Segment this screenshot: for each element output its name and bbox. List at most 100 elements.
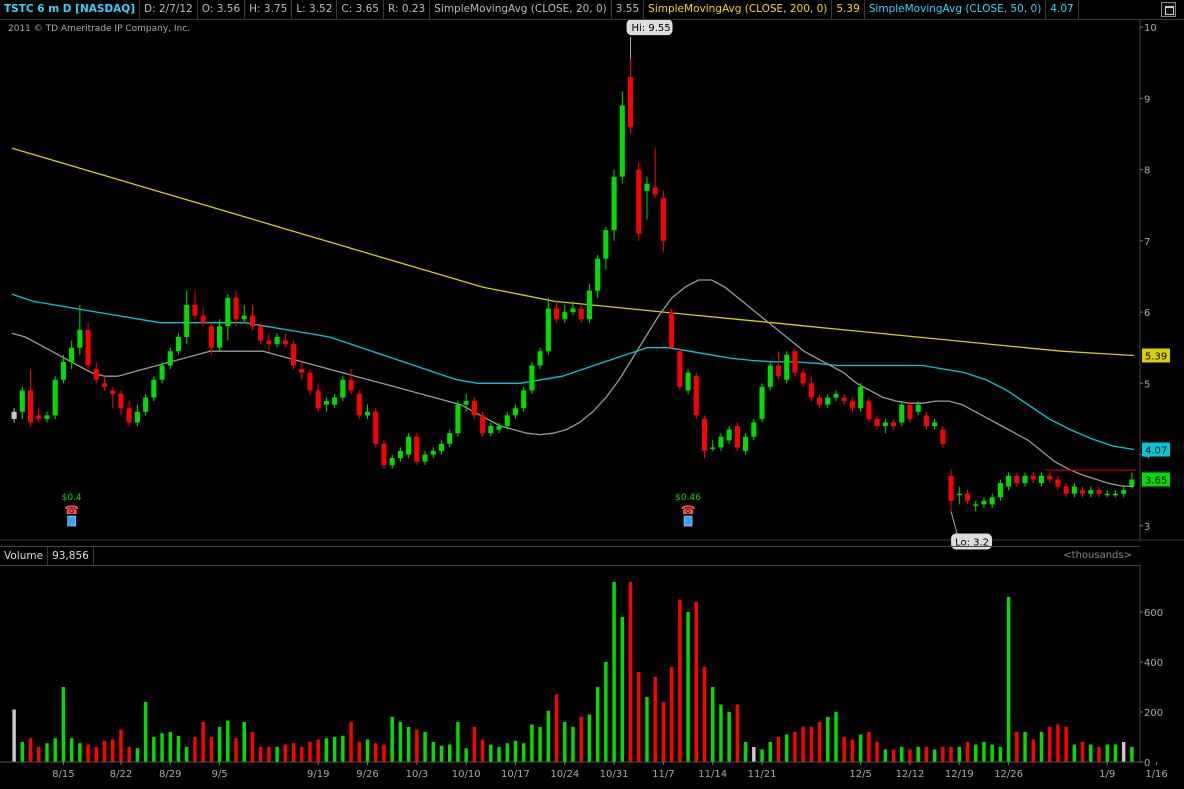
candle-body <box>36 415 42 419</box>
candle-body <box>858 386 864 409</box>
maximize-icon[interactable] <box>1161 2 1176 17</box>
symbol-label[interactable]: TSTC 6 m D [NASDAQ] <box>0 0 141 19</box>
candle <box>521 386 527 412</box>
candle <box>175 333 182 355</box>
volume-bar <box>842 737 846 762</box>
volume-bar <box>20 742 25 762</box>
info-icon <box>67 515 76 527</box>
candle <box>660 190 666 252</box>
date-tick-label: 10/24 <box>550 769 579 780</box>
volume-bar <box>390 717 394 762</box>
candle-body <box>406 436 412 455</box>
open-readout: O: 3.56 <box>198 0 246 19</box>
candle-body <box>693 376 699 416</box>
date-tick-label: 9/26 <box>356 769 378 780</box>
candle <box>225 294 231 341</box>
candle <box>397 447 403 462</box>
volume-bar <box>456 722 460 762</box>
date-tick-label: 11/14 <box>698 769 727 780</box>
volume-bar <box>45 743 49 762</box>
candle-body <box>364 411 371 416</box>
candle <box>669 308 675 348</box>
volume-bar <box>1064 727 1068 762</box>
volume-bar <box>867 732 871 762</box>
candle-body <box>578 308 584 320</box>
candle <box>471 397 477 419</box>
volume-bar <box>1072 744 1077 762</box>
volume-title[interactable]: Volume <box>0 547 49 565</box>
candle <box>488 422 494 437</box>
candle <box>627 59 634 134</box>
chart-overlays: Hi: 9.55Lo: 3.2$0.4☎$0.46☎5.394.073.65 <box>62 20 1170 550</box>
price-chart[interactable]: 345678910 Hi: 9.55Lo: 3.2$0.4☎$0.46☎5.39… <box>0 20 1184 789</box>
moving-average-lines <box>11 147 1135 488</box>
date-tick-label: 9/5 <box>212 769 228 780</box>
candle-body <box>701 418 708 451</box>
candle-body <box>389 458 395 466</box>
volume-bar <box>678 599 682 762</box>
volume-bar <box>801 727 805 762</box>
candle-body <box>455 404 461 434</box>
candle <box>307 369 313 394</box>
candle-body <box>447 433 453 444</box>
candle-body <box>19 390 25 412</box>
volume-bar <box>686 612 690 762</box>
candle-body <box>677 351 683 387</box>
price-tick-label: 8 <box>1144 166 1150 177</box>
volume-bar <box>908 749 912 762</box>
candle <box>167 347 173 370</box>
candle <box>586 283 592 323</box>
candle-body <box>438 443 445 451</box>
candle <box>1112 490 1119 498</box>
candle-body <box>60 361 66 380</box>
volume-bar <box>102 740 107 762</box>
volume-bar <box>661 702 666 762</box>
volume-bar <box>768 742 772 762</box>
sma200-price-tag-label: 5.39 <box>1145 352 1167 363</box>
candle <box>241 304 247 323</box>
volume-bar <box>900 747 904 762</box>
volume-bar <box>521 743 526 762</box>
candle <box>274 333 280 348</box>
sma200-study-label[interactable]: SimpleMovingAvg (CLOSE, 200, 0) <box>644 0 833 19</box>
candle-body <box>143 397 149 412</box>
volume-bar <box>234 738 238 762</box>
volume-bar <box>628 582 633 762</box>
candle-body <box>1006 475 1012 487</box>
volume-bar <box>891 749 896 762</box>
sma50-study-label[interactable]: SimpleMovingAvg (CLOSE, 50, 0) <box>865 0 1047 19</box>
volume-bar <box>1105 744 1109 762</box>
candle-body <box>134 411 140 423</box>
candle <box>718 433 724 451</box>
volume-bar <box>316 739 320 762</box>
volume-bar <box>982 742 986 762</box>
candle <box>447 429 453 448</box>
candle <box>693 372 699 419</box>
candle <box>743 433 749 455</box>
candle <box>767 361 773 391</box>
candle-body <box>77 329 83 348</box>
volume-bar <box>480 739 485 762</box>
candle <box>775 351 782 380</box>
volume-bar <box>710 687 715 762</box>
candle-body <box>603 230 609 259</box>
candle <box>734 422 740 451</box>
volume-tick-label: 200 <box>1144 708 1163 719</box>
candle <box>578 304 584 323</box>
candle-body <box>915 404 921 412</box>
volume-bar <box>193 737 197 762</box>
volume-header: Volume 93,856 <thousands> <box>0 546 1140 566</box>
volume-bar <box>447 744 452 762</box>
date-tick-label: 1/16 <box>1145 769 1167 780</box>
candle <box>890 418 897 430</box>
sma20-study-label[interactable]: SimpleMovingAvg (CLOSE, 20, 0) <box>430 0 612 19</box>
candle-body <box>619 105 625 177</box>
chart-header: TSTC 6 m D [NASDAQ] D: 2/7/12 O: 3.56 H: 3.… <box>0 0 1184 20</box>
volume-bar <box>669 667 674 762</box>
dividend-label: $0.46 <box>675 493 701 503</box>
volume-tick-label: 600 <box>1144 608 1163 619</box>
candle-body <box>874 418 880 427</box>
volume-bar <box>941 747 945 762</box>
volume-bar <box>719 704 723 762</box>
volume-bar <box>1039 732 1044 762</box>
